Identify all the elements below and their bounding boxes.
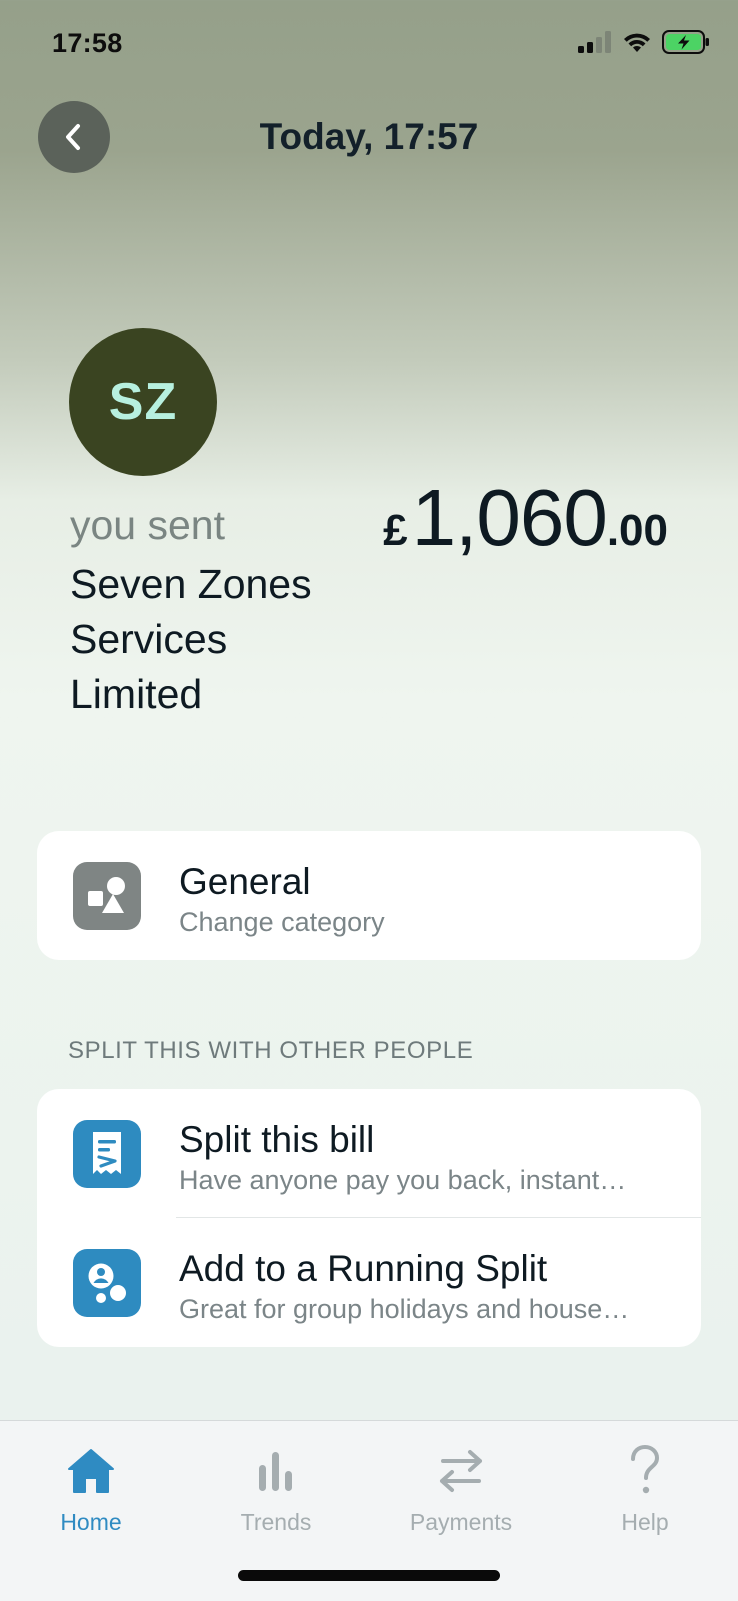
merchant-avatar: SZ [69, 328, 217, 476]
split-bill-row[interactable]: Split this bill Have anyone pay you back… [37, 1089, 701, 1218]
tab-trends-label: Trends [240, 1509, 312, 1535]
home-indicator [238, 1570, 500, 1581]
category-row[interactable]: General Change category [37, 831, 701, 960]
shapes-icon [88, 877, 125, 913]
tab-trends[interactable]: Trends [206, 1441, 346, 1551]
avatar-initials: SZ [108, 373, 178, 431]
home-icon [68, 1449, 114, 1493]
amount-currency: £ [383, 506, 408, 555]
tab-help-label: Help [621, 1509, 669, 1535]
split-bill-subtitle: Have anyone pay you back, instant… [179, 1165, 627, 1195]
page-title: Today, 17:57 [259, 116, 479, 157]
category-icon [73, 862, 141, 930]
category-subtitle: Change category [179, 907, 385, 937]
help-icon [631, 1445, 660, 1494]
running-split-row[interactable]: Add to a Running Split Great for group h… [37, 1218, 701, 1347]
wifi-icon [624, 33, 650, 52]
amount-minor: .00 [606, 506, 668, 555]
status-icons [578, 30, 710, 54]
status-bar: 17:58 [0, 0, 738, 90]
receipt-icon [93, 1132, 121, 1174]
tab-payments-label: Payments [409, 1509, 513, 1535]
transaction-amount: £ 1,060 .00 [383, 472, 668, 564]
amount-major: 1,060 [411, 473, 608, 562]
group-icon [88, 1263, 126, 1303]
transaction-direction: you sent [70, 502, 225, 548]
status-time: 17:58 [52, 28, 123, 58]
category-title: General [179, 861, 311, 902]
tab-home-label: Home [60, 1509, 122, 1535]
merchant-name: Seven Zones Services Limited [70, 561, 312, 717]
tab-help[interactable]: Help [575, 1441, 715, 1551]
split-bill-icon-tile [73, 1120, 141, 1188]
split-bill-title: Split this bill [179, 1119, 375, 1160]
running-split-subtitle: Great for group holidays and house… [179, 1294, 630, 1324]
trends-icon [259, 1452, 292, 1491]
split-section-label: SPLIT THIS WITH OTHER PEOPLE [68, 1037, 474, 1064]
tab-payments[interactable]: Payments [391, 1441, 531, 1551]
battery-icon [662, 30, 709, 54]
category-card: General Change category [37, 831, 701, 960]
split-card: Split this bill Have anyone pay you back… [37, 1089, 701, 1347]
cellular-signal-icon [578, 31, 611, 53]
running-split-icon-tile [73, 1249, 141, 1317]
running-split-title: Add to a Running Split [179, 1248, 548, 1289]
tab-home[interactable]: Home [21, 1441, 161, 1551]
payments-icon [440, 1450, 482, 1492]
